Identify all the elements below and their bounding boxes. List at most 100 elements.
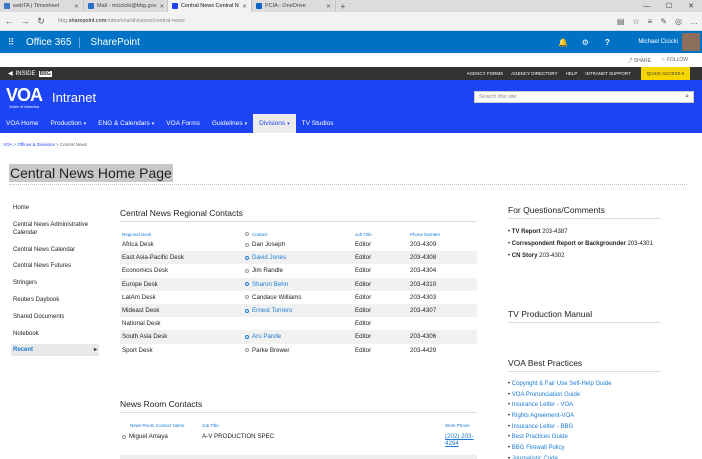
url-field[interactable]: bbg. sharepoint.com/sites/voa/divisions/c… xyxy=(52,15,611,28)
browser-tab[interactable]: PCIA - OneDrive ✕ xyxy=(252,0,336,12)
column-header-work-phone[interactable]: Work Phone xyxy=(445,423,477,428)
sharepoint-app-link[interactable]: SharePoint xyxy=(80,37,139,48)
newsroom-divider xyxy=(120,412,477,413)
nav-item[interactable]: Guidelines ▾ xyxy=(206,114,253,133)
search-icon[interactable]: ⌕ xyxy=(685,93,689,101)
contact-name[interactable]: Dan Joseph xyxy=(252,241,285,248)
breadcrumb: VOA > Offices & Divisions > Central News xyxy=(3,142,87,147)
left-nav-item[interactable]: Central News Administrative Calendar xyxy=(11,219,99,239)
contact-name[interactable]: Sharon Behn xyxy=(252,281,288,288)
browser-tab[interactable]: webTA | Timesheet ✕ xyxy=(0,0,84,12)
note-icon[interactable]: ✎ xyxy=(660,17,667,26)
column-header-job-title[interactable]: Job Title xyxy=(202,423,445,428)
contact-name[interactable]: Ernest Torriero xyxy=(252,307,292,314)
inside-logo[interactable]: ◀ INSIDE BBG xyxy=(8,70,52,77)
left-nav-item[interactable]: Central News Calendar xyxy=(11,244,99,256)
column-header-name[interactable]: News Room Contact Name xyxy=(120,423,202,428)
breadcrumb-item[interactable]: Offices & Divisions xyxy=(17,142,54,147)
site-title[interactable]: Intranet xyxy=(52,90,96,105)
caret-right-icon: ▸ xyxy=(93,347,97,354)
close-tab-icon[interactable]: ✕ xyxy=(242,3,247,10)
back-icon[interactable]: ← xyxy=(4,16,14,26)
contact-name[interactable]: Aru Pande xyxy=(252,333,281,340)
browser-tab[interactable]: Central News Central N ✕ xyxy=(168,0,252,12)
left-nav-item[interactable]: Reuters Daybook xyxy=(11,294,99,306)
column-header-desk[interactable]: Regional Desk xyxy=(120,232,245,237)
questions-title: For Questions/Comments xyxy=(508,205,605,215)
contact-name[interactable]: Candace Williams xyxy=(252,294,302,301)
best-practice-link[interactable]: Best Practices Guide xyxy=(508,433,658,441)
left-nav-item[interactable]: Shared Documents xyxy=(11,311,99,323)
contact-name[interactable]: David Jones xyxy=(252,254,286,261)
best-practice-link[interactable]: Rights Agreement-VOA xyxy=(508,412,658,420)
best-practices-title: VOA Best Practices xyxy=(508,358,583,368)
browser-tab-bar: webTA | Timesheet ✕ Mail - mcicicki@bbg.go… xyxy=(0,0,702,12)
left-nav-item[interactable]: Notebook xyxy=(11,328,99,340)
avatar[interactable] xyxy=(682,33,700,51)
nav-item[interactable]: ENG & Calendars ▾ xyxy=(92,114,160,133)
contact-name[interactable]: Parke Brewer xyxy=(252,347,289,354)
app-launcher-icon[interactable]: ⠿ xyxy=(0,31,22,53)
best-practices-list: Copyright & Fair Use Self-Help Guide VOA … xyxy=(508,380,658,459)
left-nav-item[interactable]: Recent ▸ xyxy=(11,344,99,357)
agency-link[interactable]: AGENCY DIRECTORY xyxy=(511,71,558,76)
nav-item[interactable]: Divisions ▾ xyxy=(253,114,296,133)
work-phone-link[interactable]: (202) 203-4294 xyxy=(445,433,474,447)
hub-icon[interactable]: ≡ xyxy=(648,17,653,26)
help-icon[interactable]: ? xyxy=(596,31,618,53)
close-tab-icon[interactable]: ✕ xyxy=(74,3,79,10)
best-practice-link[interactable]: BBG Firewall Policy xyxy=(508,444,658,452)
presence-icon xyxy=(245,268,249,273)
reading-view-icon[interactable]: ▤ xyxy=(617,17,625,26)
best-practice-link[interactable]: Copyright & Fair Use Self-Help Guide xyxy=(508,380,658,388)
minimize-icon[interactable]: — xyxy=(636,0,658,12)
new-tab-button[interactable]: + xyxy=(336,0,350,12)
nav-item[interactable]: VOA Home xyxy=(0,114,45,133)
settings-gear-icon[interactable]: ⚙ xyxy=(574,31,596,53)
share-button[interactable]: ⤴ SHARE xyxy=(627,57,651,64)
close-window-icon[interactable]: ✕ xyxy=(680,0,702,12)
left-nav-item[interactable]: Stringers xyxy=(11,277,99,289)
refresh-icon[interactable]: ↻ xyxy=(36,16,46,27)
nav-item[interactable]: VOA Forms xyxy=(160,114,206,133)
column-header-contact[interactable]: Contact xyxy=(245,232,355,237)
notification-bell-icon[interactable]: 🔔 xyxy=(552,31,574,53)
nav-item[interactable]: TV Studios xyxy=(296,114,340,133)
browser-tab[interactable]: Mail - mcicicki@bbg.gov ✕ xyxy=(84,0,168,12)
left-nav-item[interactable]: Home xyxy=(11,202,99,214)
share-page-icon[interactable]: ◎ xyxy=(675,17,682,26)
quick-access-button[interactable]: QUICK ACCESS ▾ xyxy=(640,67,690,80)
agency-link[interactable]: AGENCY FORMS xyxy=(467,71,503,76)
column-header-phone[interactable]: Phone Number xyxy=(410,232,477,237)
office365-bar: ⠿ Office 365 SharePoint 🔔 ⚙ ? Michael Ci… xyxy=(0,31,702,53)
agency-link[interactable]: HELP xyxy=(566,71,578,76)
agency-link[interactable]: INTRANET SUPPORT xyxy=(585,71,630,76)
favorite-star-icon[interactable]: ☆ xyxy=(632,17,639,26)
tv-manual-title[interactable]: TV Production Manual xyxy=(508,309,592,319)
left-nav-item[interactable]: Central News Futures xyxy=(11,260,99,272)
best-practice-link[interactable]: Insurance Letter - VOA xyxy=(508,401,658,409)
contact-name[interactable]: Jim Randle xyxy=(252,267,283,274)
voa-logo[interactable]: VOA Voice of America xyxy=(4,86,44,109)
best-practice-link[interactable]: VOA Pronunciation Guide xyxy=(508,391,658,399)
nav-item[interactable]: Production ▾ xyxy=(45,114,93,133)
more-icon[interactable]: … xyxy=(690,17,698,26)
forward-icon[interactable]: → xyxy=(20,16,30,26)
office365-brand[interactable]: Office 365 xyxy=(22,36,81,48)
site-search-input[interactable]: Search this site ⌕ xyxy=(474,91,694,103)
newsroom-table-header: News Room Contact Name Job Title Work Ph… xyxy=(120,421,477,429)
tab-favicon-icon xyxy=(172,3,178,9)
breadcrumb-item[interactable]: VOA xyxy=(3,142,12,147)
best-practice-link[interactable]: Insurance Letter - BBG xyxy=(508,423,658,431)
close-tab-icon[interactable]: ✕ xyxy=(159,3,164,10)
tab-favicon-icon xyxy=(4,3,10,9)
best-practice-link[interactable]: Journalistic Code xyxy=(508,455,658,459)
column-header-job-title[interactable]: Job Title xyxy=(355,232,410,237)
maximize-icon[interactable]: ☐ xyxy=(658,0,680,12)
follow-button[interactable]: ☆ FOLLOW xyxy=(661,57,688,63)
close-tab-icon[interactable]: ✕ xyxy=(326,3,331,10)
user-name[interactable]: Michael Cicicki xyxy=(618,39,682,45)
tab-favicon-icon xyxy=(88,3,94,9)
table-row: Mideast Desk Ernest Torriero Editor 203-430… xyxy=(120,303,477,318)
regional-contacts-title: Central News Regional Contacts xyxy=(120,208,243,218)
